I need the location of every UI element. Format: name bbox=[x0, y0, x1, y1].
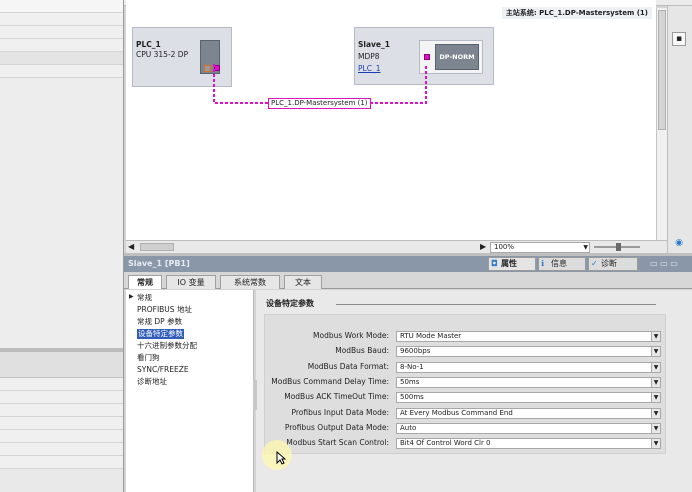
left-panel-row[interactable] bbox=[0, 65, 123, 78]
tab-info-label: 信息 bbox=[551, 259, 567, 268]
param-dropdown[interactable]: RTU Mode Master ▼ bbox=[396, 331, 661, 342]
chevron-down-icon[interactable]: ▼ bbox=[651, 347, 660, 356]
param-dropdown[interactable]: 9600bps ▼ bbox=[396, 346, 661, 357]
canvas-vertical-scrollbar[interactable] bbox=[656, 8, 667, 240]
tab-general[interactable]: 常规 bbox=[128, 275, 162, 289]
right-sidebar-strip: ▪ ◉ bbox=[667, 6, 692, 258]
properties-tabbar: 常规 IO 变量 系统常数 文本 bbox=[124, 272, 692, 289]
properties-title: Slave_1 [PB1] bbox=[128, 259, 190, 268]
param-dropdown[interactable]: Bit4 Of Control Word Clr 0 ▼ bbox=[396, 438, 661, 449]
properties-icon: ◘ bbox=[491, 259, 498, 268]
param-value: Bit4 Of Control Word Clr 0 bbox=[400, 439, 491, 447]
left-panel-row[interactable] bbox=[0, 26, 123, 39]
left-panel-row[interactable] bbox=[0, 404, 123, 417]
param-value: 8-No-1 bbox=[400, 363, 424, 371]
tab-info[interactable]: ℹ 信息 bbox=[538, 257, 586, 271]
chevron-down-icon[interactable]: ▼ bbox=[651, 393, 660, 402]
left-panel-row[interactable] bbox=[0, 39, 123, 52]
zoom-fit-icon[interactable]: ◉ bbox=[672, 236, 686, 250]
param-value: 500ms bbox=[400, 393, 424, 401]
mouse-cursor-icon bbox=[276, 451, 286, 465]
scroll-right-icon[interactable]: ▶ bbox=[480, 242, 486, 251]
param-dropdown[interactable]: 500ms ▼ bbox=[396, 392, 661, 403]
left-panel-row[interactable] bbox=[0, 52, 123, 65]
param-label: ModBus ACK TimeOut Time: bbox=[284, 392, 389, 401]
zoom-value: 100% bbox=[494, 243, 515, 251]
tab-properties-label: 属性 bbox=[501, 259, 517, 268]
chevron-down-icon[interactable]: ▼ bbox=[651, 378, 660, 387]
param-label: Profibus Input Data Mode: bbox=[291, 408, 390, 417]
window-controls-icon[interactable]: ▭ ▭ ▭ bbox=[650, 259, 678, 268]
param-value: 9600bps bbox=[400, 347, 431, 355]
nav-item-device-specific-params[interactable]: 设备特定参数 bbox=[137, 329, 184, 339]
chevron-down-icon[interactable]: ▼ bbox=[651, 332, 660, 341]
tab-system-constants[interactable]: 系统常数 bbox=[220, 275, 280, 289]
param-dropdown[interactable]: Auto ▼ bbox=[396, 423, 661, 434]
left-panel-row[interactable] bbox=[0, 443, 123, 456]
left-panel-header bbox=[0, 352, 123, 378]
param-label: Profibus Output Data Mode: bbox=[284, 423, 389, 432]
nav-item-hex-param-assignment[interactable]: 十六进制参数分配 bbox=[137, 341, 197, 351]
nav-item-profibus-address[interactable]: PROFIBUS 地址 bbox=[137, 305, 192, 315]
chevron-down-icon[interactable]: ▼ bbox=[651, 439, 660, 448]
diagnostics-icon: ✓ bbox=[591, 259, 598, 268]
param-label: Modbus Work Mode: bbox=[313, 331, 389, 340]
chevron-down-icon[interactable]: ▼ bbox=[651, 363, 660, 372]
canvas-horizontal-scrollbar[interactable]: ◀ ▶ 100% ▼ bbox=[126, 240, 667, 253]
scroll-left-icon[interactable]: ◀ bbox=[128, 242, 134, 251]
param-value: Auto bbox=[400, 424, 417, 432]
left-panel-row[interactable] bbox=[0, 378, 123, 391]
chevron-down-icon: ▼ bbox=[583, 244, 588, 251]
profibus-line[interactable] bbox=[126, 0, 656, 240]
left-panel-area bbox=[0, 78, 123, 348]
left-panel-row[interactable] bbox=[0, 417, 123, 430]
nav-item-sync-freeze[interactable]: SYNC/FREEZE bbox=[137, 365, 189, 375]
tab-texts[interactable]: 文本 bbox=[284, 275, 322, 289]
tab-io-tags[interactable]: IO 变量 bbox=[166, 275, 216, 289]
nav-item-general-dp-params[interactable]: 常规 DP 参数 bbox=[137, 317, 182, 327]
param-label: ModBus Baud: bbox=[335, 346, 389, 355]
param-value: At Every Modbus Command End bbox=[400, 409, 513, 417]
left-dock-panel bbox=[0, 0, 124, 492]
tab-diagnostics-label: 诊断 bbox=[601, 259, 617, 268]
param-label: Modbus Start Scan Control: bbox=[286, 438, 389, 447]
zoom-slider-track[interactable] bbox=[594, 243, 640, 251]
section-title: 设备特定参数 bbox=[266, 299, 314, 308]
param-label: ModBus Data Format: bbox=[307, 362, 389, 371]
nav-item-diagnostic-address[interactable]: 诊断地址 bbox=[137, 377, 167, 387]
scrollbar-thumb[interactable] bbox=[140, 243, 174, 251]
chevron-down-icon[interactable]: ▼ bbox=[651, 424, 660, 433]
chevron-down-icon[interactable]: ▼ bbox=[651, 409, 660, 418]
scrollbar-thumb[interactable] bbox=[658, 10, 666, 130]
nav-splitter-handle[interactable] bbox=[253, 380, 257, 410]
nav-item-watchdog[interactable]: 看门狗 bbox=[137, 353, 160, 363]
param-dropdown[interactable]: 8-No-1 ▼ bbox=[396, 362, 661, 373]
properties-title-bar: Slave_1 [PB1] ◘ 属性 ℹ 信息 ✓ 诊断 ▭ ▭ ▭ bbox=[124, 256, 692, 272]
zoom-slider-handle[interactable] bbox=[616, 243, 621, 251]
param-value: RTU Mode Master bbox=[400, 332, 462, 340]
zoom-select[interactable]: 100% ▼ bbox=[490, 242, 590, 253]
section-divider bbox=[336, 304, 656, 305]
network-view-canvas[interactable]: 主站系统: PLC_1.DP-Mastersystem (1) PLC_1 CP… bbox=[126, 0, 656, 240]
properties-nav-tree: ▶ 常规 PROFIBUS 地址 常规 DP 参数 设备特定参数 十六进制参数分… bbox=[126, 290, 254, 492]
tab-properties[interactable]: ◘ 属性 bbox=[488, 257, 536, 271]
nav-item-general[interactable]: 常规 bbox=[137, 293, 152, 303]
left-panel-row[interactable] bbox=[0, 456, 123, 469]
left-panel-row[interactable] bbox=[0, 13, 123, 26]
param-value: 50ms bbox=[400, 378, 420, 386]
param-dropdown[interactable]: At Every Modbus Command End ▼ bbox=[396, 408, 661, 419]
bus-label[interactable]: PLC_1.DP-Mastersystem (1) bbox=[268, 98, 371, 109]
sidebar-toggle-icon[interactable]: ▪ bbox=[672, 32, 686, 46]
properties-content: 设备特定参数 bbox=[256, 290, 692, 492]
left-panel-row[interactable] bbox=[0, 0, 123, 13]
param-dropdown[interactable]: 50ms ▼ bbox=[396, 377, 661, 388]
param-label: ModBus Command Delay Time: bbox=[271, 377, 389, 386]
expand-arrow-icon[interactable]: ▶ bbox=[129, 293, 134, 300]
left-panel-row[interactable] bbox=[0, 430, 123, 443]
left-panel-row[interactable] bbox=[0, 391, 123, 404]
tab-diagnostics[interactable]: ✓ 诊断 bbox=[588, 257, 638, 271]
info-icon: ℹ bbox=[541, 259, 545, 268]
